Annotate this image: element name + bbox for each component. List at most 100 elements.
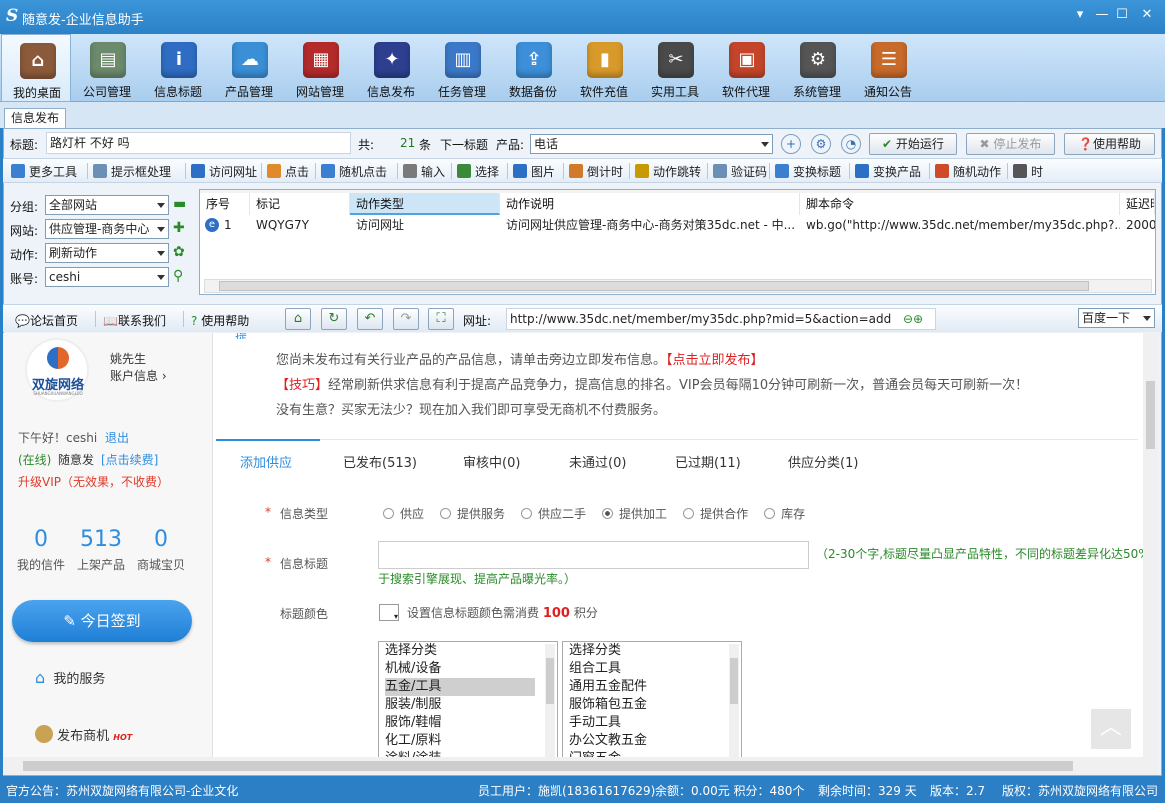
command-14[interactable]: 时 [1013, 163, 1043, 179]
toolbar-button-11[interactable]: ⚙ 系统管理 [782, 34, 852, 102]
web-hscrollbar[interactable] [3, 757, 1158, 775]
upgrade-vip-link[interactable]: 升级VIP（无效果，不收费） [18, 473, 169, 490]
category-list-primary[interactable]: 选择分类机械/设备五金/工具服装/制服服饰/鞋帽化工/原料涂料/涂装 [378, 641, 558, 757]
grid-hscroll-thumb[interactable] [219, 281, 1089, 291]
close-button[interactable]: ✕ [1138, 6, 1156, 24]
renew-link[interactable]: [点击续费] [101, 451, 158, 468]
command-7[interactable]: 图片 [513, 163, 555, 179]
back-button[interactable]: ↶ [357, 308, 383, 330]
category-option[interactable]: 涂料/涂装 [385, 750, 535, 757]
url-input[interactable]: http://www.35dc.net/member/my35dc.php?mi… [506, 308, 936, 330]
command-1[interactable]: 提示框处理 [93, 163, 171, 179]
back-to-top-button[interactable]: ︿ [1091, 709, 1131, 749]
category-option[interactable]: 五金/工具 [385, 678, 535, 696]
category-scroll-thumb[interactable] [730, 658, 738, 704]
publish-tab-0[interactable]: 添加供应 [240, 449, 292, 479]
start-button[interactable]: ✔ 开始运行 [869, 133, 957, 155]
toolbar-button-9[interactable]: ✂ 实用工具 [640, 34, 710, 102]
gear-icon[interactable]: ⚙ [811, 134, 831, 154]
minimize-button[interactable]: — [1093, 6, 1111, 24]
toolbar-button-6[interactable]: ▥ 任务管理 [427, 34, 497, 102]
category-option[interactable]: 门窗五金 [569, 750, 719, 757]
logout-link[interactable]: 退出 [105, 429, 129, 446]
fullscreen-button[interactable]: ⛶ [428, 308, 454, 330]
title-field[interactable]: 路灯杆 不好 吗 [46, 132, 351, 154]
toolbar-button-4[interactable]: ▦ 网站管理 [285, 34, 355, 102]
speed-icon[interactable]: ◔ [841, 134, 861, 154]
category-option[interactable]: 手动工具 [569, 714, 719, 732]
grid-header-script[interactable]: 脚本命令 [800, 193, 1120, 215]
info-title-input[interactable] [378, 541, 809, 569]
category-option[interactable]: 选择分类 [569, 642, 719, 660]
maximize-button[interactable]: ☐ [1113, 6, 1131, 24]
command-11[interactable]: 变换标题 [775, 163, 841, 179]
next-title-button[interactable]: 下一标题 [440, 136, 488, 153]
forum-home-link[interactable]: 💬论坛首页 [15, 312, 78, 329]
info-type-option-0[interactable]: 供应 [383, 507, 424, 521]
toolbar-button-1[interactable]: ▤ 公司管理 [72, 34, 142, 102]
daily-signin-button[interactable]: ✎ 今日签到 [12, 600, 192, 642]
home-button[interactable]: ⌂ [285, 308, 311, 330]
command-3[interactable]: 点击 [267, 163, 309, 179]
command-2[interactable]: 访问网址 [191, 163, 257, 179]
contact-us-link[interactable]: 📖联系我们 [103, 312, 166, 329]
folder-icon[interactable]: ▬ [173, 196, 186, 212]
browser-help-link[interactable]: ? 使用帮助 [191, 312, 249, 329]
refresh-button[interactable]: ↻ [321, 308, 347, 330]
category-scrollbar[interactable] [545, 644, 555, 757]
category-option[interactable]: 服饰箱包五金 [569, 696, 719, 714]
grid-header-action-desc[interactable]: 动作说明 [500, 193, 800, 215]
toolbar-button-3[interactable]: ☁ 产品管理 [214, 34, 284, 102]
stat-products[interactable]: 513 上架产品 [71, 527, 131, 573]
publish-tab-1[interactable]: 已发布(513) [343, 449, 417, 479]
command-12[interactable]: 变换产品 [855, 163, 921, 179]
stat-mall[interactable]: 0 商城宝贝 [131, 527, 191, 573]
my-services-link[interactable]: ⌂ 我的服务 [35, 668, 105, 687]
publish-tab-4[interactable]: 已过期(11) [675, 449, 741, 479]
command-0[interactable]: 更多工具 [11, 163, 77, 179]
help-button[interactable]: ❓使用帮助 [1064, 133, 1155, 155]
category-scrollbar[interactable] [729, 644, 739, 757]
grid-header-delay[interactable]: 延迟时 [1120, 193, 1155, 215]
info-type-option-4[interactable]: 提供合作 [683, 507, 748, 521]
toolbar-button-5[interactable]: ✦ 信息发布 [356, 34, 426, 102]
command-8[interactable]: 倒计时 [569, 163, 623, 179]
command-9[interactable]: 动作跳转 [635, 163, 701, 179]
toolbar-button-0[interactable]: ⌂ 我的桌面 [1, 34, 71, 102]
web-vscrollbar[interactable] [1143, 333, 1158, 757]
category-list-secondary[interactable]: 选择分类组合工具通用五金配件服饰箱包五金手动工具办公文教五金门窗五金 [562, 641, 742, 757]
info-type-option-2[interactable]: 供应二手 [521, 507, 586, 521]
forward-button[interactable]: ↷ [393, 308, 419, 330]
category-option[interactable]: 通用五金配件 [569, 678, 719, 696]
publish-now-link[interactable]: 【点击立即发布】 [666, 353, 764, 368]
add-product-icon[interactable]: + [781, 134, 801, 154]
filter-select-1[interactable]: 供应管理-商务中心 [45, 219, 169, 239]
grid-hscrollbar[interactable] [204, 279, 1152, 293]
add-icon[interactable]: ✚ [173, 220, 185, 236]
toolbar-button-8[interactable]: ▮ 软件充值 [569, 34, 639, 102]
category-option[interactable]: 服饰/鞋帽 [385, 714, 535, 732]
filter-select-2[interactable]: 刷新动作 [45, 243, 169, 263]
table-row[interactable]: e 1 WQYG7Y 访问网址 访问网址供应管理-商务中心-商务对策35dc.n… [200, 215, 1155, 235]
web-hscroll-thumb[interactable] [23, 761, 1073, 771]
command-5[interactable]: 输入 [403, 163, 445, 179]
post-business-link[interactable]: 发布商机 HOT [35, 725, 132, 744]
info-type-option-5[interactable]: 库存 [764, 507, 805, 521]
web-vscroll-thumb[interactable] [1146, 381, 1155, 449]
category-option[interactable]: 组合工具 [569, 660, 719, 678]
official-notice[interactable]: 官方公告：苏州双旋网络有限公司-企业文化 [6, 780, 238, 802]
search-icon[interactable]: ⚲ [173, 268, 183, 284]
filter-select-3[interactable]: ceshi [45, 267, 169, 287]
stat-letters[interactable]: 0 我的信件 [11, 527, 71, 573]
publish-tab-2[interactable]: 审核中(0) [463, 449, 520, 479]
toolbar-button-7[interactable]: ⇪ 数据备份 [498, 34, 568, 102]
info-type-option-3[interactable]: 提供加工 [602, 507, 667, 521]
toolbar-button-2[interactable]: i 信息标题 [143, 34, 213, 102]
toolbar-button-12[interactable]: ☰ 通知公告 [853, 34, 923, 102]
category-scroll-thumb[interactable] [546, 658, 554, 704]
category-option[interactable]: 办公文教五金 [569, 732, 719, 750]
tab-info-publish[interactable]: 信息发布 [4, 108, 66, 128]
info-type-option-1[interactable]: 提供服务 [440, 507, 505, 521]
go-icon[interactable]: ⊖⊕ [903, 312, 923, 326]
command-13[interactable]: 随机动作 [935, 163, 1001, 179]
